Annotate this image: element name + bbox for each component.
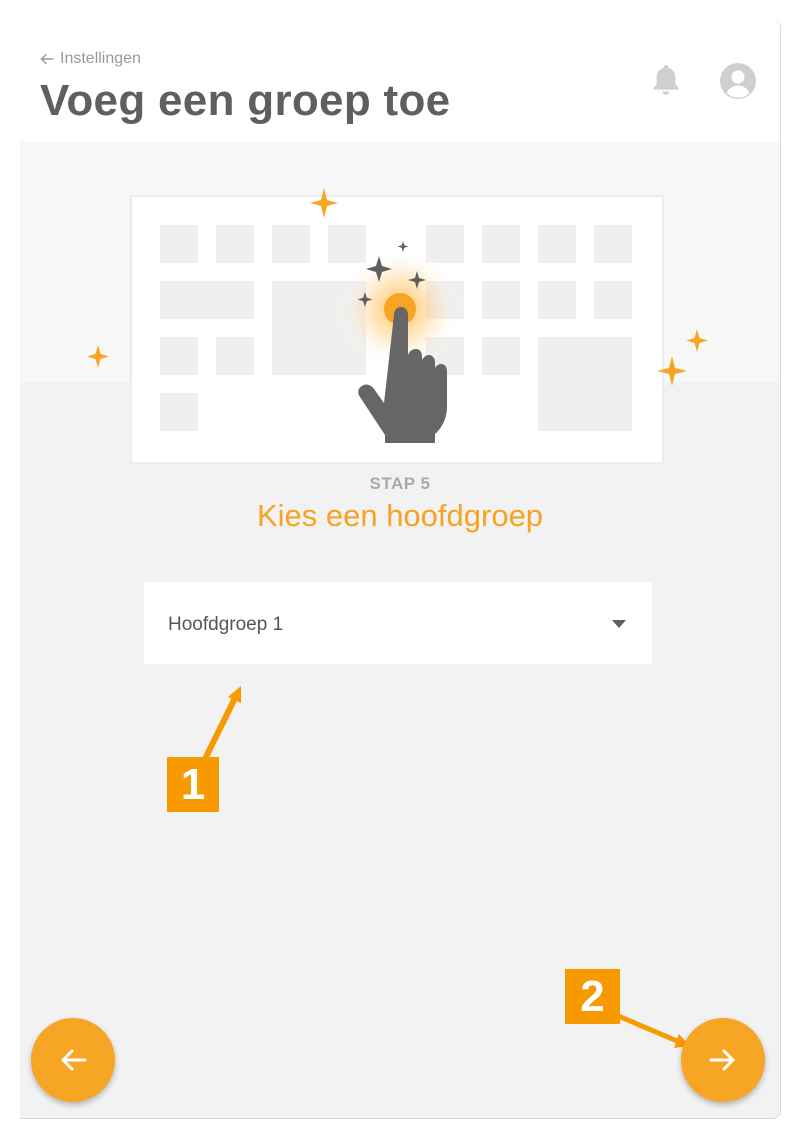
annotation-arrow-2 xyxy=(613,1012,690,1048)
arrow-left-icon xyxy=(61,1049,87,1071)
step-title: Kies een hoofdgroep xyxy=(256,498,544,533)
back-to-settings-link[interactable]: Instellingen xyxy=(40,50,141,68)
annotation-badge-1: 1 xyxy=(167,757,219,812)
page-header: Instellingen Voeg een groep toe xyxy=(20,20,780,142)
annotation-badge-2: 2 xyxy=(565,969,620,1024)
previous-step-button[interactable] xyxy=(31,1018,115,1102)
app-window: Instellingen Voeg een groep toe STAP 5 K… xyxy=(20,20,781,1119)
bell-icon[interactable] xyxy=(650,62,682,98)
arrow-right-icon xyxy=(709,1049,735,1071)
step-illustration xyxy=(130,195,664,464)
main-group-select[interactable]: Hoofdgroep 1 xyxy=(144,582,652,664)
page-title: Voeg een groep toe xyxy=(40,76,451,125)
caret-down-icon xyxy=(612,620,626,628)
main-group-select-value: Hoofdgroep 1 xyxy=(168,614,284,635)
next-step-button[interactable] xyxy=(681,1018,765,1102)
annotation-arrow-1 xyxy=(203,686,241,760)
arrow-left-icon xyxy=(40,53,54,65)
tapping-hand-icon xyxy=(338,247,462,443)
step-number-label: STAP 5 xyxy=(369,474,431,493)
user-avatar-icon[interactable] xyxy=(719,62,757,100)
back-link-label: Instellingen xyxy=(60,50,141,67)
